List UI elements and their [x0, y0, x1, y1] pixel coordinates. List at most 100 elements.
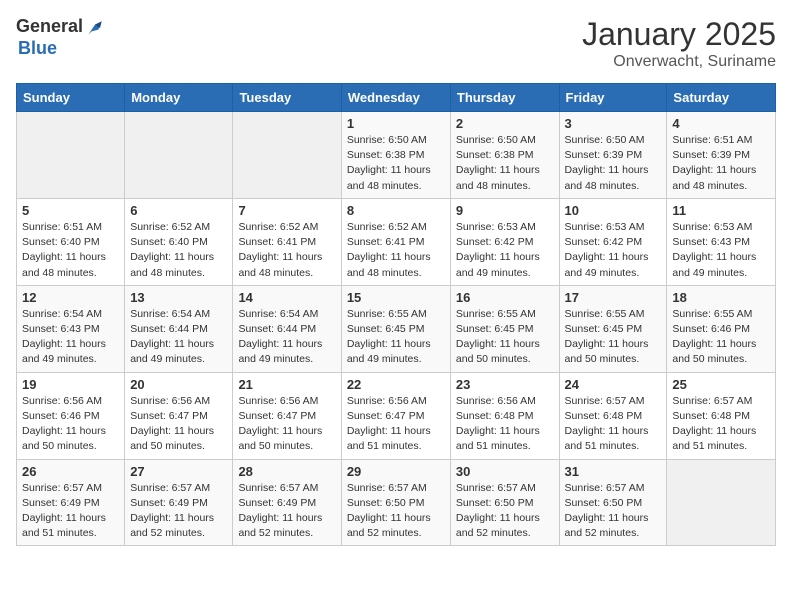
day-info: Sunrise: 6:56 AMSunset: 6:46 PMDaylight:… [22, 394, 119, 455]
calendar-cell: 27Sunrise: 6:57 AMSunset: 6:49 PMDayligh… [125, 459, 233, 546]
month-title: January 2025 [582, 16, 776, 53]
day-number: 18 [672, 290, 770, 305]
week-row-4: 19 Sunrise: 6:56 AMSunset: 6:46 PMDayligh… [17, 372, 776, 459]
calendar-cell: 9 Sunrise: 6:53 AMSunset: 6:42 PMDaylight… [450, 198, 559, 285]
calendar-cell: 29 Sunrise: 6:57 AMSunset: 6:50 PMDayligh… [341, 459, 450, 546]
day-info: Sunrise: 6:51 AMSunset: 6:39 PMDaylight:… [672, 133, 770, 194]
day-info: Sunrise: 6:52 AMSunset: 6:41 PMDaylight:… [347, 220, 445, 281]
day-number: 8 [347, 203, 445, 218]
day-info: Sunrise: 6:57 AMSunset: 6:48 PMDaylight:… [672, 394, 770, 455]
day-number: 5 [22, 203, 119, 218]
logo-general: General [16, 16, 83, 36]
day-info: Sunrise: 6:57 AMSunset: 6:49 PMDaylight:… [238, 481, 335, 542]
calendar-cell: 15Sunrise: 6:55 AMSunset: 6:45 PMDayligh… [341, 285, 450, 372]
day-info: Sunrise: 6:50 AMSunset: 6:38 PMDaylight:… [347, 133, 445, 194]
weekday-header-tuesday: Tuesday [233, 84, 341, 112]
day-number: 29 [347, 464, 445, 479]
calendar-cell [17, 112, 125, 199]
day-number: 22 [347, 377, 445, 392]
day-number: 6 [130, 203, 227, 218]
calendar-table: SundayMondayTuesdayWednesdayThursdayFrid… [16, 83, 776, 546]
calendar-cell: 7 Sunrise: 6:52 AMSunset: 6:41 PMDaylight… [233, 198, 341, 285]
day-number: 26 [22, 464, 119, 479]
day-number: 24 [565, 377, 662, 392]
day-info: Sunrise: 6:54 AMSunset: 6:43 PMDaylight:… [22, 307, 119, 368]
day-number: 10 [565, 203, 662, 218]
weekday-header-saturday: Saturday [667, 84, 776, 112]
day-number: 21 [238, 377, 335, 392]
day-info: Sunrise: 6:55 AMSunset: 6:45 PMDaylight:… [565, 307, 662, 368]
day-number: 13 [130, 290, 227, 305]
day-info: Sunrise: 6:56 AMSunset: 6:47 PMDaylight:… [130, 394, 227, 455]
weekday-header-wednesday: Wednesday [341, 84, 450, 112]
calendar-cell [233, 112, 341, 199]
weekday-header-sunday: Sunday [17, 84, 125, 112]
logo-blue: Blue [18, 38, 57, 58]
calendar-cell [125, 112, 233, 199]
day-info: Sunrise: 6:52 AMSunset: 6:41 PMDaylight:… [238, 220, 335, 281]
day-info: Sunrise: 6:57 AMSunset: 6:50 PMDaylight:… [456, 481, 554, 542]
day-info: Sunrise: 6:52 AMSunset: 6:40 PMDaylight:… [130, 220, 227, 281]
day-number: 23 [456, 377, 554, 392]
calendar-cell: 1Sunrise: 6:50 AMSunset: 6:38 PMDaylight… [341, 112, 450, 199]
calendar-cell: 18 Sunrise: 6:55 AMSunset: 6:46 PMDayligh… [667, 285, 776, 372]
calendar-cell: 20 Sunrise: 6:56 AMSunset: 6:47 PMDayligh… [125, 372, 233, 459]
day-info: Sunrise: 6:54 AMSunset: 6:44 PMDaylight:… [130, 307, 227, 368]
calendar-cell: 16 Sunrise: 6:55 AMSunset: 6:45 PMDayligh… [450, 285, 559, 372]
weekday-header-thursday: Thursday [450, 84, 559, 112]
day-info: Sunrise: 6:57 AMSunset: 6:50 PMDaylight:… [347, 481, 445, 542]
calendar-cell: 31 Sunrise: 6:57 AMSunset: 6:50 PMDayligh… [559, 459, 667, 546]
day-number: 25 [672, 377, 770, 392]
week-row-5: 26 Sunrise: 6:57 AMSunset: 6:49 PMDayligh… [17, 459, 776, 546]
week-row-3: 12Sunrise: 6:54 AMSunset: 6:43 PMDayligh… [17, 285, 776, 372]
day-number: 19 [22, 377, 119, 392]
calendar-cell: 21 Sunrise: 6:56 AMSunset: 6:47 PMDayligh… [233, 372, 341, 459]
location-title: Onverwacht, Suriname [582, 53, 776, 71]
day-info: Sunrise: 6:53 AMSunset: 6:43 PMDaylight:… [672, 220, 770, 281]
weekday-header-row: SundayMondayTuesdayWednesdayThursdayFrid… [17, 84, 776, 112]
calendar-cell: 4 Sunrise: 6:51 AMSunset: 6:39 PMDaylight… [667, 112, 776, 199]
calendar-cell: 30Sunrise: 6:57 AMSunset: 6:50 PMDayligh… [450, 459, 559, 546]
calendar-cell: 17 Sunrise: 6:55 AMSunset: 6:45 PMDayligh… [559, 285, 667, 372]
day-info: Sunrise: 6:57 AMSunset: 6:50 PMDaylight:… [565, 481, 662, 542]
day-info: Sunrise: 6:51 AMSunset: 6:40 PMDaylight:… [22, 220, 119, 281]
day-number: 20 [130, 377, 227, 392]
day-info: Sunrise: 6:56 AMSunset: 6:47 PMDaylight:… [347, 394, 445, 455]
calendar-cell: 25 Sunrise: 6:57 AMSunset: 6:48 PMDayligh… [667, 372, 776, 459]
calendar-cell: 2 Sunrise: 6:50 AMSunset: 6:38 PMDaylight… [450, 112, 559, 199]
calendar-cell: 24Sunrise: 6:57 AMSunset: 6:48 PMDayligh… [559, 372, 667, 459]
calendar-cell: 23 Sunrise: 6:56 AMSunset: 6:48 PMDayligh… [450, 372, 559, 459]
day-info: Sunrise: 6:55 AMSunset: 6:45 PMDaylight:… [456, 307, 554, 368]
page-header: General Blue January 2025 Onverwacht, Su… [16, 16, 776, 71]
day-info: Sunrise: 6:57 AMSunset: 6:49 PMDaylight:… [130, 481, 227, 542]
day-number: 7 [238, 203, 335, 218]
calendar-cell: 26 Sunrise: 6:57 AMSunset: 6:49 PMDayligh… [17, 459, 125, 546]
calendar-cell: 8 Sunrise: 6:52 AMSunset: 6:41 PMDaylight… [341, 198, 450, 285]
day-number: 4 [672, 116, 770, 131]
calendar-cell: 3Sunrise: 6:50 AMSunset: 6:39 PMDaylight… [559, 112, 667, 199]
day-info: Sunrise: 6:57 AMSunset: 6:49 PMDaylight:… [22, 481, 119, 542]
day-number: 11 [672, 203, 770, 218]
day-number: 16 [456, 290, 554, 305]
day-number: 31 [565, 464, 662, 479]
day-number: 28 [238, 464, 335, 479]
week-row-2: 5 Sunrise: 6:51 AMSunset: 6:40 PMDaylight… [17, 198, 776, 285]
day-number: 2 [456, 116, 554, 131]
calendar-cell: 14Sunrise: 6:54 AMSunset: 6:44 PMDayligh… [233, 285, 341, 372]
calendar-cell: 22 Sunrise: 6:56 AMSunset: 6:47 PMDayligh… [341, 372, 450, 459]
day-number: 9 [456, 203, 554, 218]
day-info: Sunrise: 6:50 AMSunset: 6:38 PMDaylight:… [456, 133, 554, 194]
calendar-cell: 19 Sunrise: 6:56 AMSunset: 6:46 PMDayligh… [17, 372, 125, 459]
week-row-1: 1Sunrise: 6:50 AMSunset: 6:38 PMDaylight… [17, 112, 776, 199]
logo: General Blue [16, 16, 105, 59]
day-info: Sunrise: 6:50 AMSunset: 6:39 PMDaylight:… [565, 133, 662, 194]
day-info: Sunrise: 6:56 AMSunset: 6:47 PMDaylight:… [238, 394, 335, 455]
day-info: Sunrise: 6:53 AMSunset: 6:42 PMDaylight:… [565, 220, 662, 281]
day-number: 14 [238, 290, 335, 305]
weekday-header-monday: Monday [125, 84, 233, 112]
day-info: Sunrise: 6:53 AMSunset: 6:42 PMDaylight:… [456, 220, 554, 281]
day-number: 17 [565, 290, 662, 305]
day-info: Sunrise: 6:56 AMSunset: 6:48 PMDaylight:… [456, 394, 554, 455]
day-info: Sunrise: 6:55 AMSunset: 6:46 PMDaylight:… [672, 307, 770, 368]
day-info: Sunrise: 6:55 AMSunset: 6:45 PMDaylight:… [347, 307, 445, 368]
